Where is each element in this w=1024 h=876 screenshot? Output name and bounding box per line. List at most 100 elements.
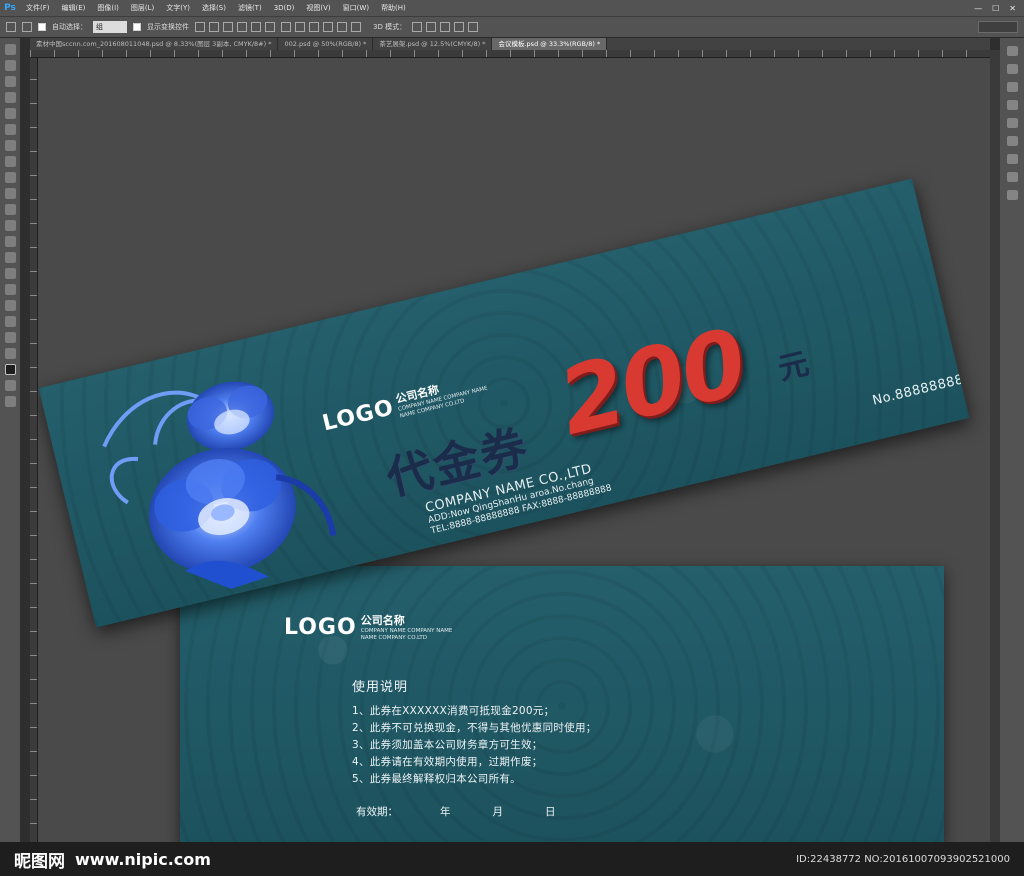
marquee-tool-icon[interactable] (4, 60, 16, 71)
menu-view[interactable]: 视图(V) (300, 3, 336, 13)
eraser-tool-icon[interactable] (4, 204, 16, 215)
usage-instructions: 使用说明 1、此券在XXXXXX消费可抵现金200元； 2、此券不可兑换现金，不… (352, 676, 597, 788)
workspace-dropdown[interactable] (978, 21, 1018, 33)
vertical-ruler (30, 58, 38, 848)
menu-3d[interactable]: 3D(D) (268, 4, 301, 12)
brush-tool-icon[interactable] (4, 156, 16, 167)
lasso-tool-icon[interactable] (4, 76, 16, 87)
stamp-tool-icon[interactable] (4, 172, 16, 183)
color-swatch-icon[interactable] (4, 364, 16, 375)
type-tool-icon[interactable] (4, 284, 16, 295)
move-tool-icon[interactable] (6, 22, 16, 32)
maximize-icon[interactable]: ☐ (992, 4, 999, 13)
align-left-icon[interactable] (237, 22, 247, 32)
zoom-tool-icon[interactable] (4, 348, 16, 359)
align-bottom-icon[interactable] (223, 22, 233, 32)
gradient-tool-icon[interactable] (4, 220, 16, 231)
validity-line: 有效期： 年 月 日 (356, 804, 556, 819)
dodge-tool-icon[interactable] (4, 252, 16, 263)
3d-panel-icon[interactable] (1006, 190, 1018, 200)
auto-select-dropdown[interactable]: 组 (93, 21, 127, 33)
align-hcenter-icon[interactable] (251, 22, 261, 32)
close-icon[interactable]: ✕ (1009, 4, 1016, 13)
path-select-tool-icon[interactable] (4, 300, 16, 311)
back-company-cn: 公司名称 (360, 614, 405, 627)
brush-panel-icon[interactable] (1006, 82, 1018, 92)
eyedropper-tool-icon[interactable] (4, 124, 16, 135)
instruction-item: 3、此券须加盖本公司财务章方可生效； (352, 739, 543, 751)
auto-select-checkbox[interactable] (38, 23, 46, 31)
tab-document-4-active[interactable]: 会议模板.psd @ 33.3%(RGB/8) * (492, 38, 608, 50)
align-vcenter-icon[interactable] (209, 22, 219, 32)
history-panel-icon[interactable] (1006, 46, 1018, 56)
back-logo-block: LOGO 公司名称 COMPANY NAME COMPANY NAME NAME… (284, 612, 452, 642)
shape-tool-icon[interactable] (4, 316, 16, 327)
menu-edit[interactable]: 编辑(E) (56, 3, 92, 13)
tab-document-1[interactable]: 素材中国sccnn.com_20160801104​8.psd @ 8.33%(… (30, 38, 279, 50)
auto-select-label: 自动选择： (52, 23, 87, 31)
back-logo-text: LOGO (284, 614, 357, 640)
pen-tool-icon[interactable] (4, 268, 16, 279)
voucher-front: LOGO 公司名称 COMPANY NAME COMPANY NAME NAME… (38, 178, 970, 628)
distribute-top-icon[interactable] (281, 22, 291, 32)
distribute-bottom-icon[interactable] (309, 22, 319, 32)
minimize-icon[interactable]: — (974, 4, 982, 13)
document-canvas[interactable]: LOGO 公司名称 COMPANY NAME COMPANY NAME NAME… (38, 58, 990, 848)
menu-layer[interactable]: 图层(L) (125, 3, 160, 13)
quick-mask-icon[interactable] (4, 380, 16, 391)
distribute-vcenter-icon[interactable] (295, 22, 305, 32)
blur-tool-icon[interactable] (4, 236, 16, 247)
show-transform-label: 显示变换控件 (147, 23, 189, 31)
instruction-item: 4、此券请在有效期内使用，过期作废； (352, 756, 543, 768)
menu-help[interactable]: 帮助(H) (375, 3, 412, 13)
history-brush-tool-icon[interactable] (4, 188, 16, 199)
move-tool-icon[interactable] (4, 44, 16, 55)
image-id-text: ID:22438772 NO:20161007093902521000 (796, 853, 1010, 865)
clone-source-panel-icon[interactable] (1006, 118, 1018, 128)
vertical-scrollbar[interactable] (990, 50, 1000, 848)
brush-presets-panel-icon[interactable] (1006, 100, 1018, 110)
tab-document-2[interactable]: 002.psd @ 50%(RGB/8) * (278, 38, 374, 50)
distribute-hcenter-icon[interactable] (337, 22, 347, 32)
quick-select-tool-icon[interactable] (4, 92, 16, 103)
distribute-buttons (281, 22, 361, 32)
menu-select[interactable]: 选择(S) (196, 3, 232, 13)
healing-tool-icon[interactable] (4, 140, 16, 151)
tab-document-3[interactable]: 茶艺展架.psd @ 12.5%(CMYK/8) * (373, 38, 493, 50)
screen-mode-icon[interactable] (4, 396, 16, 407)
scale-3d-icon[interactable] (468, 22, 479, 32)
slide-3d-icon[interactable] (454, 22, 465, 32)
show-transform-checkbox[interactable] (133, 23, 141, 31)
crop-tool-icon[interactable] (4, 108, 16, 119)
align-top-icon[interactable] (195, 22, 205, 32)
validity-month: 月 (492, 806, 504, 818)
validity-day: 日 (545, 806, 556, 818)
drag-3d-icon[interactable] (440, 22, 451, 32)
menu-window[interactable]: 窗口(W) (337, 3, 375, 13)
paragraph-panel-icon[interactable] (1006, 172, 1018, 182)
watermark-bar: 昵图网 www.nipic.com ID:22438772 NO:2016100… (0, 842, 1024, 876)
document-tabs: 素材中国sccnn.com_20160801104​8.psd @ 8.33%(… (30, 38, 990, 50)
roll-3d-icon[interactable] (426, 22, 437, 32)
mode-3d-label: 3D 模式： (373, 23, 407, 31)
distribute-left-icon[interactable] (323, 22, 333, 32)
character-panel-icon[interactable] (1006, 154, 1018, 164)
adjustments-panel-icon[interactable] (1006, 136, 1018, 146)
back-company-en-1: COMPANY NAME COMPANY NAME (360, 628, 453, 634)
tool-preset-icon[interactable] (22, 22, 32, 32)
horizontal-ruler (30, 50, 990, 58)
window-controls: — ☐ ✕ (974, 4, 1024, 13)
align-right-icon[interactable] (265, 22, 275, 32)
photoshop-window: Ps 文件(F) 编辑(E) 图像(I) 图层(L) 文字(Y) 选择(S) 滤… (0, 0, 1024, 876)
menu-type[interactable]: 文字(Y) (160, 3, 196, 13)
hand-tool-icon[interactable] (4, 332, 16, 343)
distribute-right-icon[interactable] (351, 22, 361, 32)
rotate-3d-icon[interactable] (412, 22, 423, 32)
tools-panel (0, 38, 20, 848)
mode-3d-buttons (412, 22, 479, 32)
menu-filter[interactable]: 滤镜(T) (232, 3, 268, 13)
actions-panel-icon[interactable] (1006, 64, 1018, 74)
voucher-serial-number: No.88888888 (871, 372, 966, 409)
menu-file[interactable]: 文件(F) (20, 3, 56, 13)
menu-image[interactable]: 图像(I) (91, 3, 125, 13)
